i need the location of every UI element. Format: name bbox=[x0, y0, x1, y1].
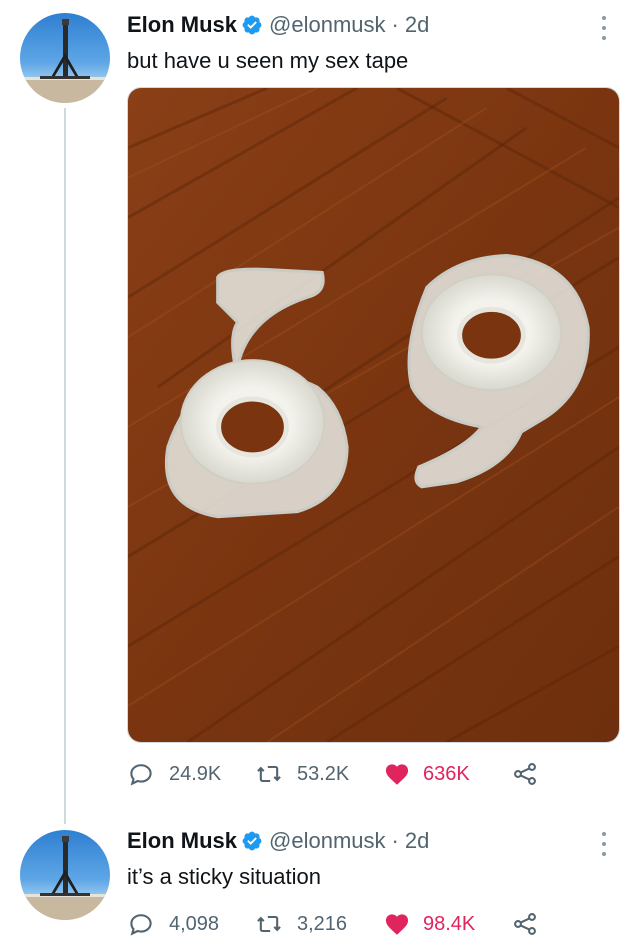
reply-icon bbox=[127, 910, 155, 938]
reply-count: 4,098 bbox=[169, 912, 220, 935]
more-options-icon[interactable] bbox=[594, 16, 614, 40]
more-options-icon[interactable] bbox=[594, 832, 614, 856]
tweet-actions: 4,098 3,216 98.4K bbox=[127, 910, 541, 938]
thread-line bbox=[64, 108, 66, 824]
author-name[interactable]: Elon Musk bbox=[127, 828, 237, 854]
like-heart-icon bbox=[383, 910, 411, 938]
timestamp[interactable]: 2d bbox=[405, 12, 429, 38]
author-handle[interactable]: @elonmusk bbox=[269, 828, 386, 854]
share-icon bbox=[511, 760, 539, 788]
share-button[interactable] bbox=[511, 760, 541, 788]
like-count: 98.4K bbox=[423, 912, 476, 935]
like-button[interactable]: 636K bbox=[383, 760, 511, 788]
photo-of-two-tape-dispensers-forming-69 bbox=[128, 88, 619, 742]
author-handle[interactable]: @elonmusk bbox=[269, 12, 386, 38]
separator-dot: · bbox=[391, 828, 399, 853]
verified-badge-icon bbox=[241, 14, 263, 36]
like-heart-icon bbox=[383, 760, 411, 788]
tweet-header: Elon Musk @elonmusk · 2d bbox=[127, 12, 429, 38]
retweet-button[interactable]: 3,216 bbox=[255, 910, 383, 938]
retweet-icon bbox=[255, 910, 283, 938]
share-button[interactable] bbox=[511, 910, 541, 938]
reply-count: 24.9K bbox=[169, 762, 222, 785]
avatar-rocket-image bbox=[20, 19, 110, 103]
tweet-actions: 24.9K 53.2K 636K bbox=[127, 760, 541, 788]
retweet-icon bbox=[255, 760, 283, 788]
verified-badge-icon bbox=[241, 830, 263, 852]
like-button[interactable]: 98.4K bbox=[383, 910, 511, 938]
like-count: 636K bbox=[423, 762, 470, 785]
retweet-button[interactable]: 53.2K bbox=[255, 760, 383, 788]
timestamp[interactable]: 2d bbox=[405, 828, 429, 854]
retweet-count: 53.2K bbox=[297, 762, 350, 785]
retweet-count: 3,216 bbox=[297, 912, 348, 935]
tweet-text: but have u seen my sex tape bbox=[127, 48, 409, 73]
reply-icon bbox=[127, 760, 155, 788]
tweet[interactable]: Elon Musk @elonmusk · 2d but have u seen… bbox=[0, 0, 640, 824]
avatar[interactable] bbox=[20, 13, 110, 103]
avatar-rocket-image bbox=[20, 836, 110, 920]
avatar[interactable] bbox=[20, 830, 110, 920]
share-icon bbox=[511, 910, 539, 938]
separator-dot: · bbox=[391, 12, 399, 37]
tweet-text: it’s a sticky situation bbox=[127, 864, 322, 889]
reply-button[interactable]: 24.9K bbox=[127, 760, 255, 788]
reply-button[interactable]: 4,098 bbox=[127, 910, 255, 938]
tweet-photo[interactable] bbox=[127, 87, 620, 743]
author-name[interactable]: Elon Musk bbox=[127, 12, 237, 38]
tweet-header: Elon Musk @elonmusk · 2d bbox=[127, 828, 429, 854]
tweet[interactable]: Elon Musk @elonmusk · 2d it’s a sticky s… bbox=[0, 810, 640, 951]
